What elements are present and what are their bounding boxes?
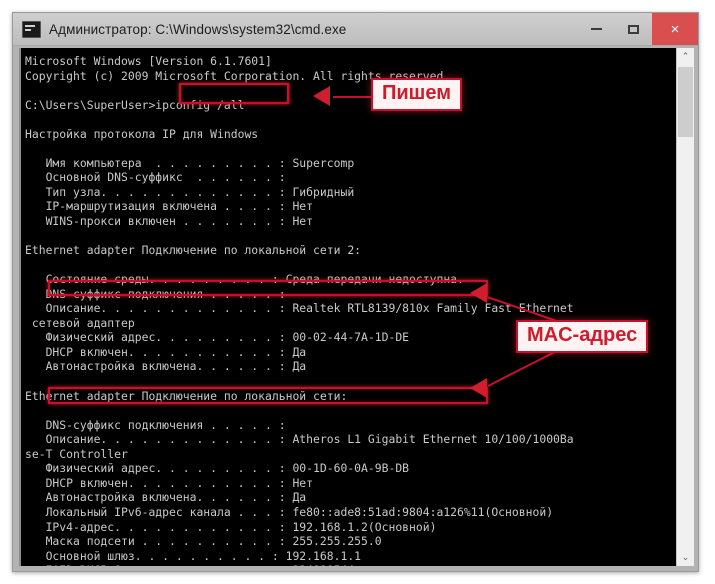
terminal-line: Физический адрес. . . . . . . . . : 00-1…	[25, 461, 410, 476]
scroll-up-icon[interactable]: ⌃	[677, 48, 694, 65]
scroll-down-icon[interactable]: ⌄	[677, 549, 694, 566]
terminal-line: Состояние среды. . . . . . . . . : Среда…	[25, 272, 464, 287]
window-title: Администратор: C:\Windows\system32\cmd.e…	[49, 21, 347, 37]
terminal-line: Ethernet adapter Подключение по локально…	[25, 388, 348, 403]
minimize-button[interactable]	[578, 13, 615, 45]
terminal-line: DHCP включен. . . . . . . . . . . : Нет	[25, 475, 314, 490]
terminal-line: Описание. . . . . . . . . . . . . : Athe…	[25, 432, 574, 447]
vertical-scrollbar[interactable]: ⌃ ⌄	[676, 48, 694, 566]
close-button[interactable]: ×	[652, 13, 698, 45]
terminal-line: Описание. . . . . . . . . . . . . : Real…	[25, 301, 574, 316]
console-icon	[22, 20, 41, 38]
terminal-line: C:\Users\SuperUser>ipconfig /all	[25, 97, 245, 112]
screenshot-root: Администратор: C:\Windows\system32\cmd.e…	[0, 0, 715, 584]
scrollbar-thumb[interactable]	[678, 67, 693, 137]
terminal-line: IAID DHCPv6 . . . . . . . . . . . : 2348…	[25, 563, 676, 566]
minimize-icon	[591, 28, 602, 30]
command-leader-line	[333, 96, 373, 98]
mac-callout: MAC-адрес	[516, 320, 649, 353]
title-bar[interactable]: Администратор: C:\Windows\system32\cmd.e…	[13, 13, 698, 46]
maximize-icon	[628, 24, 639, 34]
terminal-line: IPv4-адрес. . . . . . . . . . . . : 192.…	[25, 519, 437, 534]
terminal-line: Маска подсети . . . . . . . . . . : 255.…	[25, 534, 382, 549]
close-icon: ×	[670, 20, 680, 38]
terminal-line: Тип узла. . . . . . . . . . . . . : Гибр…	[25, 184, 355, 199]
window-controls: ×	[578, 13, 698, 45]
terminal-line: Copyright (c) 2009 Microsoft Corporation…	[25, 68, 451, 83]
mac-arrow-icon-1	[470, 283, 487, 303]
terminal-line: DNS-суффикс подключения . . . . . :	[25, 286, 286, 301]
terminal-line: WINS-прокси включен . . . . . . . : Нет	[25, 214, 314, 229]
terminal-line: se-T Controller	[25, 446, 128, 461]
terminal-line: Microsoft Windows [Version 6.1.7601]	[25, 54, 272, 68]
terminal-line: Автонастройка включена. . . . . . : Да	[25, 490, 307, 505]
terminal-output[interactable]: Microsoft Windows [Version 6.1.7601] Copy…	[21, 48, 676, 566]
terminal-line: Имя компьютера . . . . . . . . . : Super…	[25, 155, 355, 170]
console-client-area: Microsoft Windows [Version 6.1.7601] Copy…	[19, 48, 694, 566]
maximize-button[interactable]	[615, 13, 652, 45]
terminal-text: Microsoft Windows [Version 6.1.7601] Copy…	[25, 54, 676, 566]
terminal-line: Ethernet adapter Подключение по локально…	[25, 243, 362, 258]
terminal-line: Автонастройка включена. . . . . . : Да	[25, 359, 307, 374]
terminal-line: Настройка протокола IP для Windows	[25, 126, 259, 141]
terminal-line: Основной шлюз. . . . . . . . . . : 192.1…	[25, 548, 362, 563]
terminal-line: IP-маршрутизация включена . . . . : Нет	[25, 199, 314, 214]
mac-arrow-icon-2	[470, 378, 487, 398]
terminal-line: Основной DNS-суффикс . . . . . . :	[25, 170, 286, 185]
command-arrow-icon	[313, 86, 330, 106]
terminal-line: Локальный IPv6-адрес канала . . . : fe80…	[25, 504, 554, 519]
command-callout: Пишем	[371, 78, 462, 111]
terminal-line: DNS-суффикс подключения . . . . . :	[25, 417, 286, 432]
